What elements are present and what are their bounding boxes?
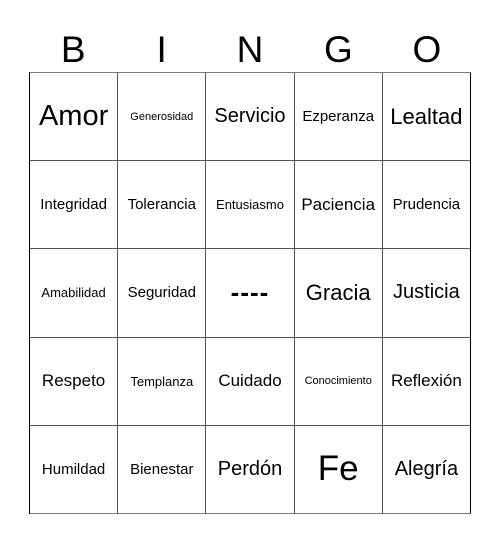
bingo-cell[interactable]: Integridad (30, 161, 119, 250)
bingo-cell[interactable]: Humildad (30, 425, 119, 514)
bingo-cell[interactable]: Servicio (206, 73, 295, 162)
bingo-cell[interactable]: Entusiasmo (206, 161, 295, 250)
cell-label: Respeto (41, 371, 106, 391)
bingo-cell[interactable]: Perdón (206, 425, 295, 514)
cell-label: Amor (38, 100, 109, 133)
cell-label: Paciencia (301, 194, 376, 214)
cell-label: Humildad (41, 460, 106, 478)
cell-label: Cuidado (218, 371, 282, 391)
cell-label: Conocimiento (304, 375, 372, 388)
cell-label: Reflexión (390, 371, 462, 391)
bingo-cell[interactable]: Ezperanza (294, 73, 383, 162)
cell-label: Ezperanza (302, 108, 375, 126)
cell-label: Prudencia (392, 196, 461, 214)
bingo-cell[interactable]: Generosidad (118, 73, 207, 162)
bingo-cell[interactable]: Amabilidad (30, 249, 119, 338)
bingo-header: B I N G O (29, 28, 471, 72)
bingo-cell[interactable]: Prudencia (382, 161, 471, 250)
cell-label: Templanza (130, 373, 194, 389)
cell-label: Amabilidad (41, 285, 106, 301)
bingo-cell[interactable]: Lealtad (382, 73, 471, 162)
header-letter-i: I (156, 29, 167, 70)
bingo-cell[interactable]: Bienestar (118, 425, 207, 514)
bingo-cell[interactable]: Gracia (294, 249, 383, 338)
cell-label: Fe (317, 449, 359, 489)
cell-label: Justicia (393, 281, 460, 304)
free-space-cell[interactable]: ---- (206, 249, 295, 338)
bingo-cell[interactable]: Paciencia (294, 161, 383, 250)
header-letter-g: G (324, 29, 353, 70)
bingo-cell[interactable]: Seguridad (118, 249, 207, 338)
bingo-cell[interactable]: Amor (30, 73, 119, 162)
bingo-cell[interactable]: Respeto (30, 337, 119, 426)
cell-label: Tolerancia (127, 196, 196, 214)
header-letter-b: B (60, 29, 86, 70)
cell-label: Alegría (394, 457, 459, 480)
cell-label: Servicio (214, 105, 286, 128)
bingo-cell[interactable]: Fe (294, 425, 383, 514)
bingo-cell[interactable]: Reflexión (382, 337, 471, 426)
bingo-cell[interactable]: Conocimiento (294, 337, 383, 426)
cell-label: Lealtad (390, 103, 463, 129)
cell-label: Gracia (305, 279, 371, 305)
cell-label: Bienestar (130, 460, 194, 478)
bingo-cell[interactable]: Justicia (382, 249, 471, 338)
cell-label: Perdón (217, 457, 283, 480)
header-letter-o: O (412, 29, 442, 70)
bingo-cell[interactable]: Tolerancia (118, 161, 207, 250)
cell-label: Integridad (40, 196, 107, 214)
bingo-cell[interactable]: Templanza (118, 337, 207, 426)
cell-label: Entusiasmo (216, 197, 284, 213)
cell-label: Seguridad (127, 284, 196, 302)
cell-label: Generosidad (130, 110, 194, 123)
header-letter-n: N (236, 29, 264, 70)
free-space-label: ---- (230, 277, 270, 308)
bingo-cell[interactable]: Cuidado (206, 337, 295, 426)
bingo-cell[interactable]: Alegría (382, 425, 471, 514)
bingo-board: Amor Generosidad Servicio Ezperanza Leal… (29, 72, 471, 514)
